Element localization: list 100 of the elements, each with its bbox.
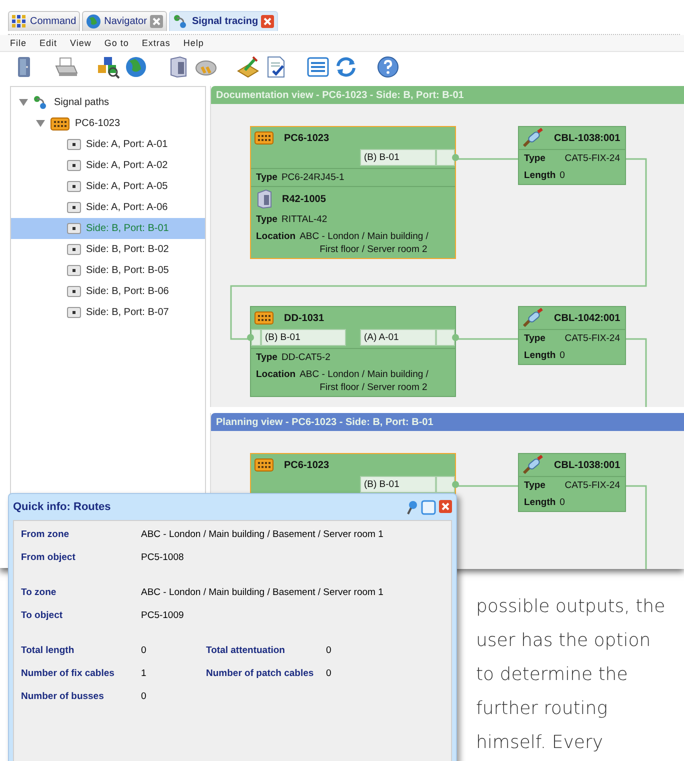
server-icon [256,189,272,209]
info-value: 0 [326,645,332,656]
port-cell[interactable]: (B) B-01 [261,329,346,346]
printer-icon[interactable] [54,55,78,79]
globe-icon[interactable] [124,55,148,79]
tree-item[interactable]: Side: B, Port: B-06 [11,281,205,302]
patch-panel-icon [50,116,70,132]
port-icon [67,181,81,192]
info-label: Number of fix cables [21,668,116,679]
close-icon[interactable] [150,15,163,28]
menu-item[interactable]: Extras [142,38,170,48]
cubes-search-icon[interactable] [96,55,120,79]
field-value: First floor / Server room 2 [318,381,428,394]
node-title: PC6-1023 [284,460,330,470]
tree-item[interactable]: PC6-1023 [11,113,205,134]
refresh-icon[interactable] [334,55,358,79]
port-stub [436,476,455,493]
tab[interactable]: Command [8,11,80,31]
port-cell[interactable]: (B) B-01 [360,476,436,493]
article-text: possible outputs, the user has the option to determine the further routing himself. Every [476,595,666,755]
info-label: Total length [21,645,76,656]
window-title: Quick info: Routes [13,501,112,513]
cable-icon [522,128,544,148]
port-icon [67,202,81,213]
pencil-icon[interactable] [236,55,260,79]
info-label: Total attentuation [206,645,286,656]
tree-item[interactable]: Side: A, Port: A-06 [11,197,205,218]
node-title: DD-1031 [284,312,324,324]
field-label: Length [524,349,556,362]
connector-dot[interactable] [247,334,254,341]
expanded-arrow-icon[interactable] [36,119,45,128]
node-title: CBL-1042:001 [554,312,620,324]
patch-panel-node[interactable]: DD-1031 (B) B-01 (A) A-01 Type DD-CAT5-2 Location ABC - London / Main building / First floor / Server room 2 [250,306,456,397]
patch-panel-node[interactable]: PC6-1023 (B) B-01 Type PC6-24RJ45-1 R42-1005 Type RITTAL-42 Location ABC - London / Main building / First floor / Server room 2 [250,126,456,259]
field-label: Type [524,479,546,492]
connector-dot[interactable] [452,154,459,161]
port-cell[interactable]: (B) B-01 [360,149,436,166]
cable-node[interactable]: CBL-1042:001 Type CAT5-FIX-24 Length 0 [518,306,626,365]
connector-dot[interactable] [452,481,459,488]
pin-icon[interactable] [406,500,418,514]
cable-icon [522,455,544,475]
list-icon[interactable] [306,55,330,79]
patch-panel-node[interactable]: PC6-1023 (B) B-01 [250,453,456,496]
grid-icon [12,15,27,28]
info-value: PC5-1008 [141,552,184,563]
info-value: ABC - London / Main building / Basement / Server room 1 [141,587,384,598]
info-label: To object [21,610,64,621]
port-stub [436,149,455,166]
field-value: RITTAL-42 [281,213,328,226]
signal-path-icon [172,14,189,29]
tree-item[interactable]: Side: B, Port: B-02 [11,239,205,260]
info-value: 0 [326,668,332,679]
info-value: 0 [141,691,146,702]
info-value: 0 [141,645,146,656]
expanded-arrow-icon[interactable] [19,98,28,107]
tab[interactable]: Signal tracing [168,11,278,31]
tab[interactable]: Navigator [82,11,167,31]
view-header: Documentation view - PC6-1023 - Side: B, Port: B-01 [211,86,684,104]
port-icon [67,265,81,276]
field-value: 0 [560,169,565,182]
close-icon[interactable] [439,500,452,512]
menu-item[interactable]: Edit [40,38,58,48]
cable-node[interactable]: CBL-1038:001 Type CAT5-FIX-24 Length 0 [518,126,626,185]
menu-item[interactable]: File [10,38,27,48]
tree-item[interactable]: Side: B, Port: B-07 [11,302,205,323]
field-value: First floor / Server room 2 [318,243,428,256]
field-label: Length [524,496,556,509]
port-icon [67,244,81,255]
port-icon [67,223,81,234]
port-icon [67,307,81,318]
port-icon [67,286,81,297]
tree-item[interactable]: Side: B, Port: B-05 [11,260,205,281]
menu-item[interactable]: Go to [104,38,129,48]
maximize-icon[interactable] [421,500,436,514]
port-stub [436,329,455,346]
close-icon[interactable] [261,15,274,28]
port-icon [67,139,81,150]
node-title: R42-1005 [282,194,326,204]
tree-item[interactable]: Signal paths [11,92,205,113]
tree-item[interactable]: Side: A, Port: A-01 [11,134,205,155]
field-label: Location [256,368,296,382]
field-value: CAT5-FIX-24 [564,479,620,492]
field-label: Type [256,351,278,364]
info-label: From object [21,552,76,563]
patch-panel-icon [254,130,274,146]
field-value: ABC - London / Main building / [300,368,428,381]
info-value: PC5-1009 [141,610,184,621]
menu-item[interactable]: Help [183,38,204,48]
cable-node[interactable]: CBL-1038:001 Type CAT5-FIX-24 Length 0 [518,453,626,512]
port-icon [67,160,81,171]
node-title: CBL-1038:001 [554,132,620,144]
field-label: Type [256,171,278,184]
help-icon[interactable] [376,55,400,79]
cable-icon [522,308,544,328]
tree-item[interactable]: Side: A, Port: A-05 [11,176,205,197]
port-cell[interactable]: (A) A-01 [360,329,436,346]
connector-dot[interactable] [452,334,459,341]
info-value: ABC - London / Main building / Basement / Server room 1 [141,529,384,540]
menu-item[interactable]: View [70,38,92,48]
tree-item[interactable]: Side: A, Port: A-02 [11,155,205,176]
